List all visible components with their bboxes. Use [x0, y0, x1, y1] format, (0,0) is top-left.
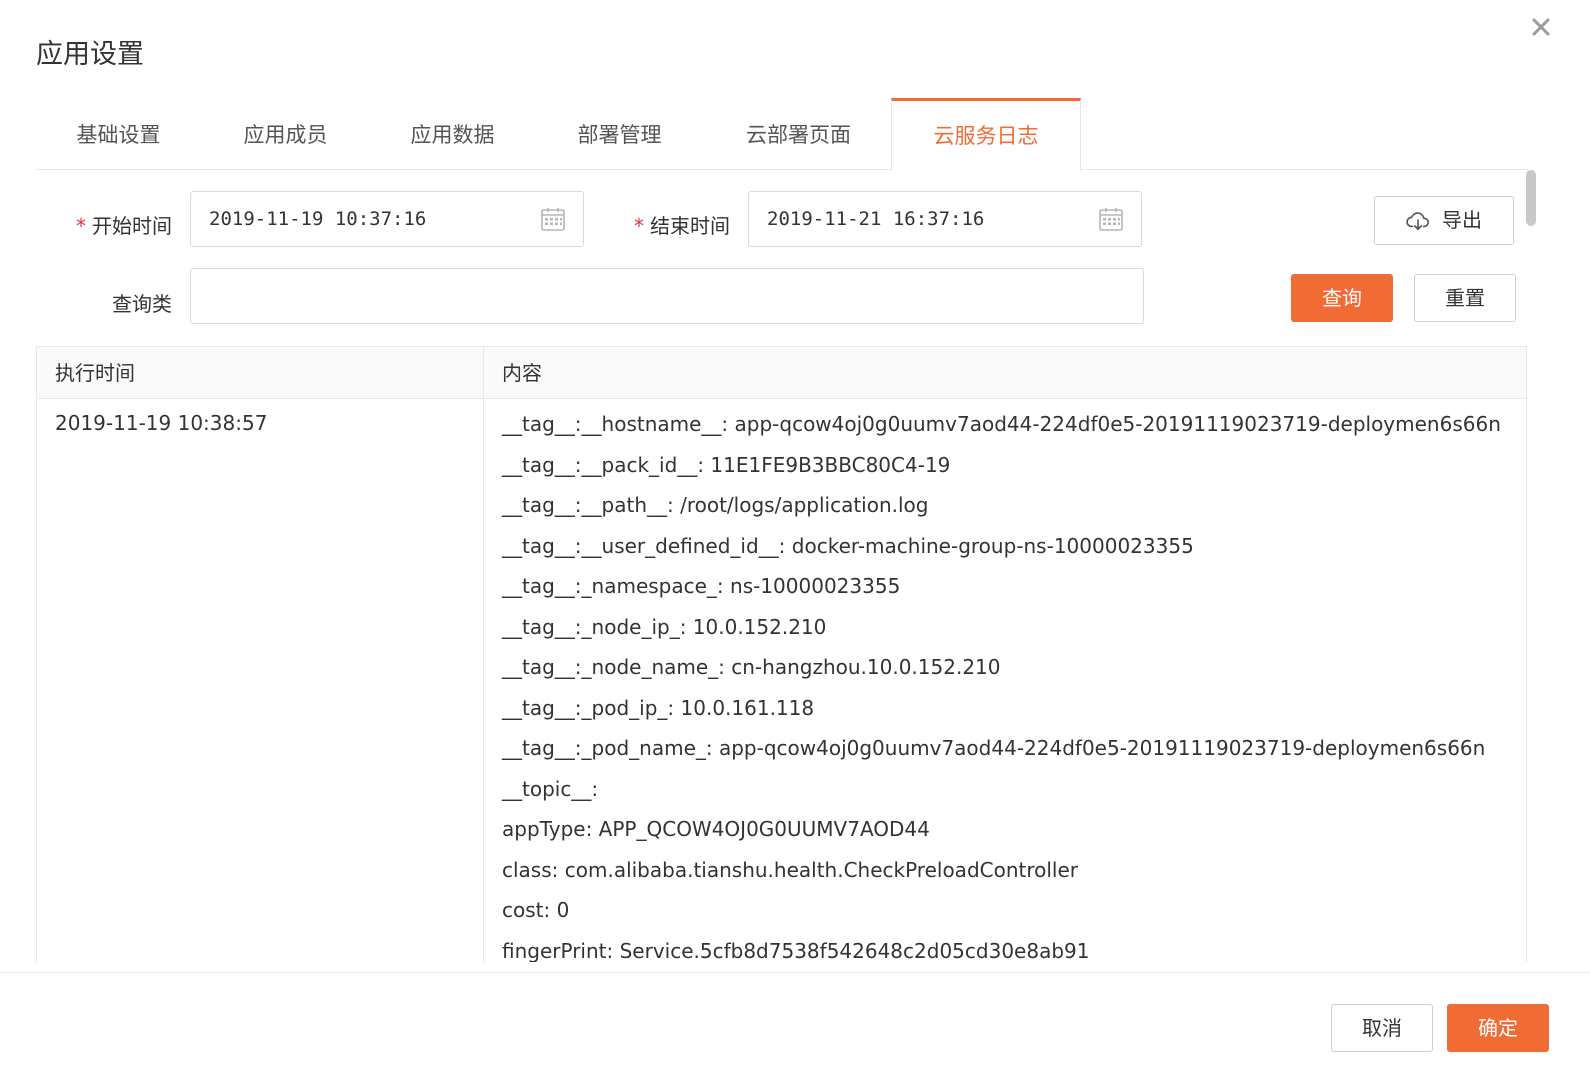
- log-line: cost: 0: [502, 898, 570, 922]
- search-button[interactable]: 查询: [1291, 274, 1393, 322]
- start-time-input[interactable]: 2019-11-19 10:37:16: [190, 191, 584, 247]
- column-divider: [483, 347, 484, 962]
- required-mark: *: [76, 214, 86, 238]
- table-row-content: __tag__:__hostname__: app-qcow4oj0g0uumv…: [502, 409, 1512, 962]
- calendar-icon[interactable]: [540, 206, 566, 232]
- log-line: class: com.alibaba.tianshu.health.CheckP…: [502, 857, 1079, 882]
- tab-app-data[interactable]: 应用数据: [380, 98, 525, 170]
- query-class-label: 查询类: [112, 292, 172, 316]
- close-button[interactable]: [1528, 14, 1554, 40]
- end-time-value: 2019-11-21 16:37:16: [767, 208, 985, 230]
- column-header-content: 内容: [502, 361, 542, 385]
- log-line: __tag__:__user_defined_id__: docker-mach…: [502, 533, 1194, 558]
- end-time-input[interactable]: 2019-11-21 16:37:16: [748, 191, 1142, 247]
- calendar-icon[interactable]: [1098, 206, 1124, 232]
- tab-cloud-service-log[interactable]: 云服务日志: [891, 98, 1081, 171]
- cancel-button[interactable]: 取消: [1331, 1004, 1433, 1052]
- log-line: __tag__:__path__: /root/logs/application…: [502, 493, 929, 517]
- log-line: __tag__:_node_ip_: 10.0.152.210: [502, 614, 827, 639]
- tab-app-members[interactable]: 应用成员: [213, 98, 358, 170]
- log-line: __tag__:_node_name_: cn-hangzhou.10.0.15…: [502, 655, 1001, 679]
- log-line: __tag__:_pod_name_: app-qcow4oj0g0uumv7a…: [502, 736, 1486, 760]
- log-line: __tag__:__hostname__: app-qcow4oj0g0uumv…: [502, 412, 1501, 436]
- log-line: appType: APP_QCOW4OJ0G0UUMV7AOD44: [502, 817, 930, 841]
- log-line: fingerPrint: Service.5cfb8d7538f542648c2…: [502, 938, 1090, 963]
- table-header: 执行时间 内容: [37, 347, 1526, 399]
- close-icon: [1532, 18, 1550, 36]
- start-time-value: 2019-11-19 10:37:16: [209, 208, 427, 230]
- export-button[interactable]: 导出: [1374, 196, 1514, 245]
- log-line: __topic__:: [502, 776, 599, 801]
- query-class-input[interactable]: [190, 268, 1144, 324]
- required-mark: *: [634, 214, 644, 238]
- log-line: __tag__:_namespace_: ns-10000023355: [502, 574, 901, 598]
- log-line: __tag__:_pod_ip_: 10.0.161.118: [502, 695, 815, 720]
- table-row-time: 2019-11-19 10:38:57: [55, 411, 268, 435]
- tab-basic-settings[interactable]: 基础设置: [46, 98, 191, 170]
- cloud-download-icon: [1406, 211, 1430, 230]
- log-table: 执行时间 内容 2019-11-19 10:38:57 __tag__:__ho…: [36, 346, 1527, 962]
- end-time-label: * 结束时间: [634, 214, 730, 238]
- column-header-exec-time: 执行时间: [55, 361, 135, 385]
- tab-cloud-deploy-page[interactable]: 云部署页面: [716, 98, 881, 170]
- dialog-title: 应用设置: [36, 39, 144, 70]
- log-line: __tag__:__pack_id__: 11E1FE9B3BBC80C4-19: [502, 452, 951, 477]
- reset-button[interactable]: 重置: [1414, 274, 1516, 322]
- confirm-button[interactable]: 确定: [1447, 1004, 1549, 1052]
- dialog-footer: 取消 确定: [0, 972, 1590, 1084]
- tab-deploy-management[interactable]: 部署管理: [547, 98, 692, 170]
- settings-tabs: 基础设置 应用成员 应用数据 部署管理 云部署页面 云服务日志: [36, 98, 1528, 171]
- start-time-label: * 开始时间: [76, 214, 172, 238]
- scrollbar-thumb[interactable]: [1526, 170, 1536, 226]
